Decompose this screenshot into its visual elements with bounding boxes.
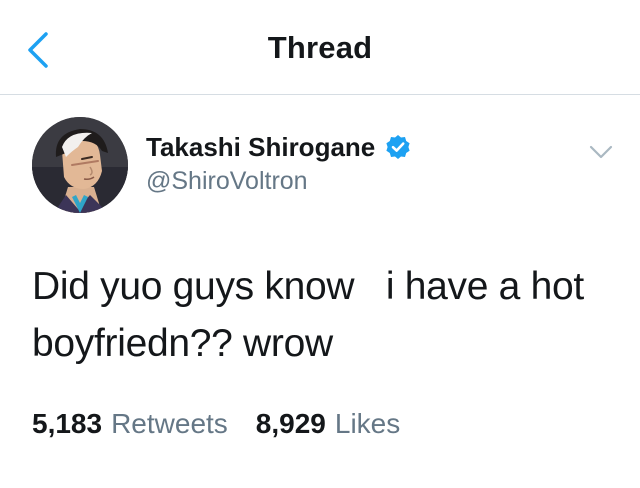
author-display-name[interactable]: Takashi Shirogane	[146, 132, 375, 163]
tweet-text: Did yuo guys know i have a hot boyfriedn…	[32, 265, 584, 365]
retweets-count: 5,183	[32, 408, 103, 439]
tweet-stats: 5,183 Retweets 8,929 Likes	[32, 408, 428, 440]
verified-badge-icon	[385, 134, 411, 160]
display-name-row: Takashi Shirogane	[146, 129, 411, 165]
likes-count: 8,929	[255, 408, 326, 439]
page-title: Thread	[267, 30, 373, 65]
tweet-options-button[interactable]	[588, 143, 614, 161]
profile-picture-icon	[32, 117, 128, 213]
author-handle[interactable]: @ShiroVoltron	[146, 167, 411, 196]
tweet-author-header: Takashi Shirogane @ShiroVoltron	[32, 117, 622, 217]
avatar[interactable]	[32, 117, 128, 213]
retweets-stat[interactable]: 5,183 Retweets	[32, 408, 228, 440]
top-navigation-bar: Thread	[0, 0, 640, 95]
author-names: Takashi Shirogane @ShiroVoltron	[146, 129, 411, 196]
retweets-label: Retweets	[111, 408, 228, 439]
likes-stat[interactable]: 8,929 Likes	[256, 408, 400, 440]
likes-label: Likes	[334, 408, 401, 439]
chevron-down-icon	[589, 145, 613, 159]
